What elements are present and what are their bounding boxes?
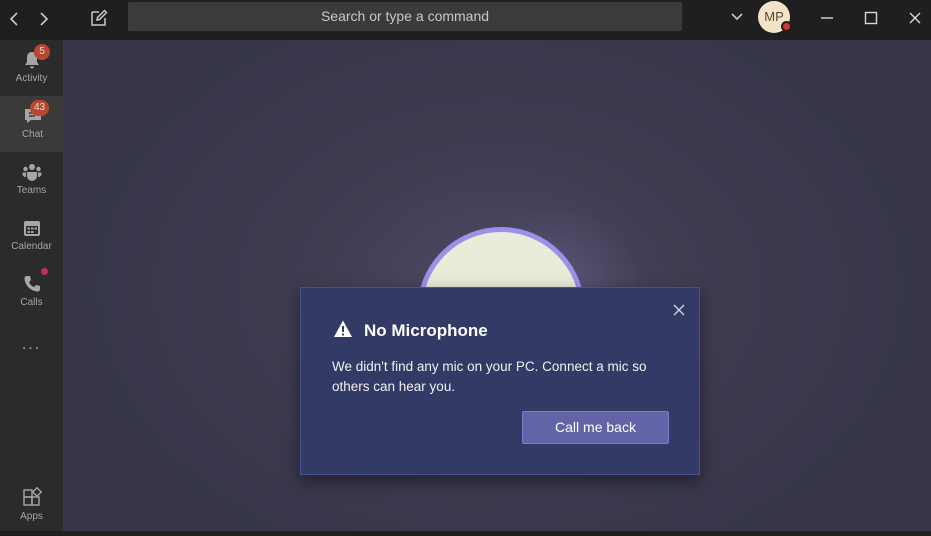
rail-item-label: Activity bbox=[15, 73, 48, 84]
rail-item-label: Chat bbox=[21, 129, 44, 140]
back-arrow-icon[interactable] bbox=[4, 8, 26, 30]
calendar-icon bbox=[21, 217, 43, 239]
close-icon[interactable] bbox=[671, 302, 687, 318]
rail-item-apps[interactable]: Apps bbox=[0, 480, 63, 536]
app-rail: Activity 5 Chat 43 Teams Calendar Calls … bbox=[0, 40, 63, 531]
more-apps-icon[interactable]: ... bbox=[0, 336, 63, 354]
maximize-icon[interactable] bbox=[858, 5, 884, 31]
rail-item-calls[interactable]: Calls bbox=[0, 264, 63, 320]
phone-icon bbox=[21, 273, 43, 295]
notification-badge: 43 bbox=[30, 100, 50, 116]
rail-item-label: Apps bbox=[20, 511, 43, 522]
search-input[interactable]: Search or type a command bbox=[128, 2, 682, 31]
rail-item-calendar[interactable]: Calendar bbox=[0, 208, 63, 264]
dialog-title: No Microphone bbox=[364, 321, 488, 340]
apps-icon bbox=[21, 486, 43, 509]
rail-item-teams[interactable]: Teams bbox=[0, 152, 63, 208]
rail-item-chat[interactable]: Chat 43 bbox=[0, 96, 63, 152]
dialog-message: We didn't find any mic on your PC. Conne… bbox=[332, 359, 647, 394]
rail-item-label: Calls bbox=[20, 297, 43, 308]
minimize-icon[interactable] bbox=[814, 5, 840, 31]
notification-badge: 5 bbox=[34, 44, 50, 60]
title-bar: Search or type a command MP bbox=[0, 0, 931, 40]
presence-status-icon bbox=[781, 21, 792, 32]
compose-icon[interactable] bbox=[87, 6, 111, 30]
close-window-icon[interactable] bbox=[902, 5, 928, 31]
forward-arrow-icon[interactable] bbox=[32, 8, 54, 30]
warning-icon bbox=[333, 319, 353, 339]
call-me-back-button[interactable]: Call me back bbox=[522, 411, 669, 444]
notification-dot bbox=[41, 268, 48, 275]
teams-icon bbox=[21, 161, 43, 183]
no-microphone-dialog: No Microphone We didn't find any mic on … bbox=[300, 287, 700, 475]
rail-item-activity[interactable]: Activity 5 bbox=[0, 40, 63, 96]
rail-item-label: Teams bbox=[16, 185, 47, 196]
rail-item-label: Calendar bbox=[11, 241, 52, 252]
chevron-down-icon[interactable] bbox=[727, 6, 747, 26]
